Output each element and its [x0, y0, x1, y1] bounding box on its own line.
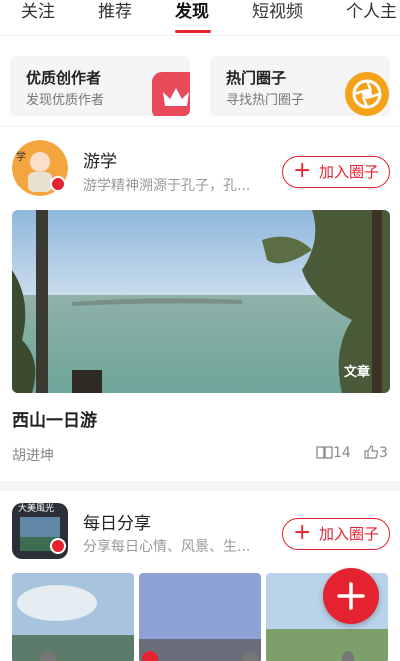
post-thumbnail[interactable]: [139, 573, 261, 661]
plus-icon: +: [293, 520, 312, 545]
book-icon: [316, 445, 333, 463]
section-divider: [0, 481, 400, 491]
join-circle-button[interactable]: + 加入圈子: [282, 518, 390, 550]
circle-name[interactable]: 游学: [83, 147, 117, 172]
plus-icon: +: [293, 158, 312, 183]
post-thumbnail[interactable]: [12, 573, 134, 661]
svg-text:学: 学: [16, 150, 26, 163]
home-icon[interactable]: [40, 651, 56, 661]
quality-creators-card[interactable]: 优质创作者 发现优质作者: [10, 56, 190, 116]
avatar-text: 大美風光: [18, 504, 55, 514]
read-count-value: 14: [333, 445, 351, 461]
divider: [0, 126, 400, 127]
badge-icon: [50, 538, 66, 554]
create-post-button[interactable]: [323, 568, 379, 624]
message-icon[interactable]: [242, 651, 258, 661]
discover-page: { "tabs": [ {"label": "关注"}, {"label": "…: [0, 0, 400, 661]
like-count-value: 3: [379, 445, 388, 461]
feature-title: 优质创作者: [26, 69, 102, 87]
tab-recommended[interactable]: 推荐: [98, 2, 132, 38]
feature-title: 热门圈子: [226, 69, 287, 87]
top-tab-bar: 关注 推荐 发现 短视频 个人主: [0, 0, 400, 36]
read-count: 14: [316, 445, 351, 463]
post-cover-image[interactable]: 文章: [12, 210, 390, 393]
aperture-icon: [345, 72, 389, 116]
thumbs-up-icon: [364, 445, 379, 463]
plus-icon: [337, 582, 365, 610]
tab-profile[interactable]: 个人主: [346, 2, 397, 38]
join-label: 加入圈子: [318, 163, 379, 181]
tab-following[interactable]: 关注: [21, 2, 55, 38]
discover-icon[interactable]: [142, 651, 158, 661]
circle-description: 分享每日心情、风景、生...: [83, 539, 251, 555]
like-count[interactable]: 3: [364, 445, 388, 463]
tab-short-video[interactable]: 短视频: [252, 2, 303, 38]
hot-circles-card[interactable]: 热门圈子 寻找热门圈子: [210, 56, 390, 116]
crown-icon: [152, 72, 190, 116]
active-tab-indicator: [175, 30, 211, 33]
post-type-tag: 文章: [343, 365, 370, 380]
badge-icon: [50, 176, 66, 192]
join-label: 加入圈子: [318, 525, 379, 543]
post-title[interactable]: 西山一日游: [12, 406, 97, 431]
circle-description: 游学精神溯源于孔子，孔...: [83, 178, 251, 194]
join-circle-button[interactable]: + 加入圈子: [282, 156, 390, 188]
post-author[interactable]: 胡进坤: [12, 445, 54, 465]
profile-icon[interactable]: [342, 651, 354, 661]
feature-subtitle: 发现优质作者: [26, 93, 105, 108]
circle-name[interactable]: 每日分享: [83, 509, 151, 534]
feature-subtitle: 寻找热门圈子: [226, 93, 305, 108]
